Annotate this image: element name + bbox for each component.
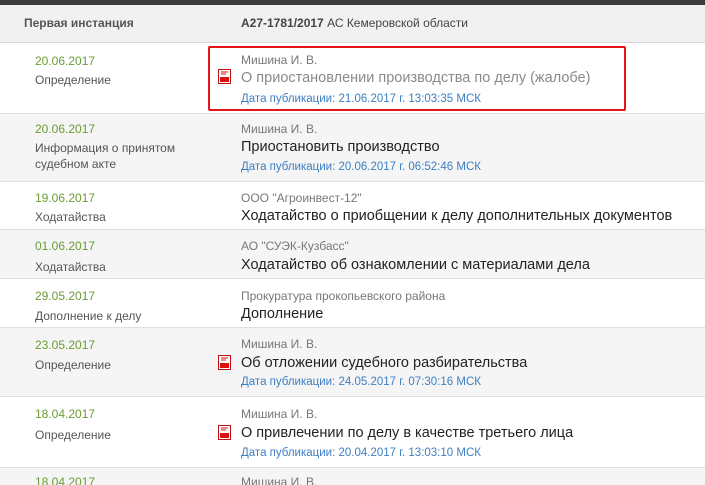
- document-row: 01.06.2017 Ходатайства АО "СУЭК-Кузбасс"…: [0, 230, 705, 279]
- document-row: 18.04.2017 Мишина И. В.: [0, 468, 705, 485]
- document-title[interactable]: Дополнение: [241, 306, 323, 322]
- case-header: Первая инстанция А27-1781/2017 АС Кемеро…: [0, 5, 705, 43]
- document-title[interactable]: Ходатайство о приобщении к делу дополнит…: [241, 208, 672, 224]
- document-title-link[interactable]: О привлечении по делу в качестве третьег…: [241, 425, 573, 441]
- publication-date-link[interactable]: Дата публикации: 20.06.2017 г. 06:52:46 …: [241, 161, 481, 173]
- row-author: Мишина И. В.: [241, 337, 318, 351]
- row-type: Дополнение к делу: [35, 309, 142, 323]
- row-type: Ходатайства: [35, 210, 106, 224]
- case-title: А27-1781/2017 АС Кемеровской области: [241, 16, 468, 30]
- document-title-link[interactable]: Об отложении судебного разбирательства: [241, 355, 527, 371]
- document-title[interactable]: Ходатайство об ознакомлении с материалам…: [241, 257, 590, 273]
- row-date: 20.06.2017: [35, 122, 96, 136]
- row-date: 19.06.2017: [35, 191, 96, 205]
- document-row: 19.06.2017 Ходатайства ООО "Агроинвест-1…: [0, 182, 705, 230]
- row-author: Прокуратура прокопьевского района: [241, 289, 446, 303]
- row-type: Информация о принятом судебном акте: [35, 141, 176, 171]
- row-date: 18.04.2017: [35, 475, 96, 485]
- document-title[interactable]: Приостановить производство: [241, 139, 440, 155]
- row-author: Мишина И. В.: [241, 407, 318, 421]
- document-row: 20.06.2017 Информация о принятом судебно…: [0, 114, 705, 182]
- document-row: 23.05.2017 Определение Мишина И. В. Об о…: [0, 328, 705, 397]
- row-author: АО "СУЭК-Кузбасс": [241, 239, 349, 253]
- row-author: ООО "Агроинвест-12": [241, 191, 362, 205]
- row-type: Определение: [35, 73, 111, 87]
- pdf-document-icon[interactable]: [218, 425, 231, 440]
- row-date: 23.05.2017: [35, 338, 96, 352]
- publication-date-link[interactable]: Дата публикации: 20.04.2017 г. 13:03:10 …: [241, 447, 481, 459]
- pdf-document-icon[interactable]: [218, 355, 231, 370]
- row-date: 01.06.2017: [35, 239, 96, 253]
- row-date: 18.04.2017: [35, 407, 96, 421]
- row-date: 20.06.2017: [35, 54, 96, 68]
- instance-label: Первая инстанция: [24, 16, 134, 30]
- document-row: 29.05.2017 Дополнение к делу Прокуратура…: [0, 279, 705, 328]
- row-date: 29.05.2017: [35, 289, 96, 303]
- row-type: Ходатайства: [35, 260, 106, 274]
- document-row: 18.04.2017 Определение Мишина И. В. О пр…: [0, 397, 705, 468]
- case-number[interactable]: А27-1781/2017: [241, 16, 324, 30]
- court-name: АС Кемеровской области: [327, 16, 468, 30]
- row-type: Определение: [35, 428, 111, 442]
- row-author: Мишина И. В.: [241, 475, 318, 485]
- row-author: Мишина И. В.: [241, 122, 318, 136]
- publication-date-link[interactable]: Дата публикации: 24.05.2017 г. 07:30:16 …: [241, 376, 481, 388]
- highlight-frame: [208, 46, 626, 111]
- row-type: Определение: [35, 358, 111, 372]
